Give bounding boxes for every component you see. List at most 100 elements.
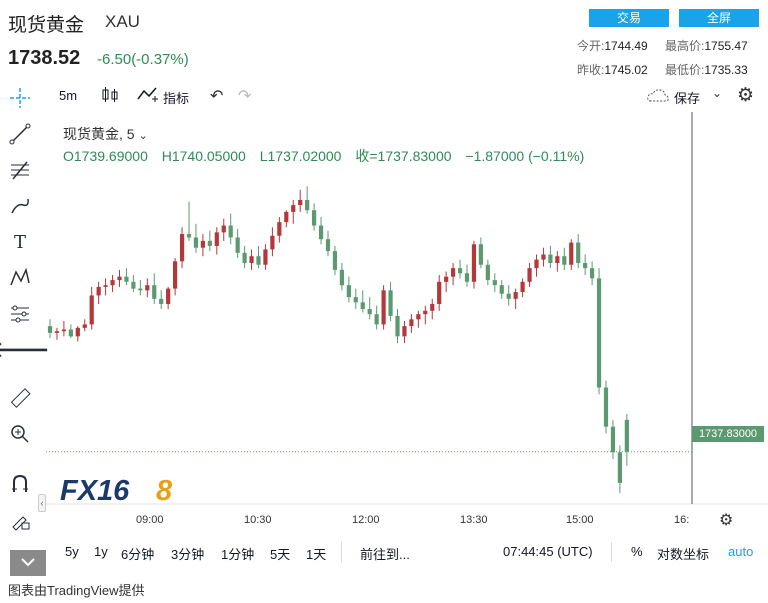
candle-body	[513, 292, 518, 299]
trade-button[interactable]: 交易	[589, 9, 669, 27]
svg-text:FX16: FX16	[60, 475, 130, 507]
instrument-title: 现货黄金	[8, 15, 85, 36]
candle-body	[152, 285, 157, 299]
projection-icon[interactable]	[6, 300, 34, 328]
candle-body	[548, 254, 553, 264]
candle-body	[520, 281, 525, 293]
brush-icon[interactable]	[6, 192, 34, 220]
candle-body	[305, 199, 310, 211]
range-5y[interactable]: 5y	[65, 544, 79, 559]
candle-body	[124, 276, 129, 282]
toolbar-hide-handle[interactable]: ‹	[38, 494, 46, 512]
candle-body	[423, 310, 428, 315]
log-scale-toggle[interactable]: 对数坐标	[657, 544, 709, 563]
candle-body	[214, 232, 219, 246]
range-1y[interactable]: 1y	[94, 544, 108, 559]
candle-body	[193, 237, 199, 248]
legend-low: L1737.02000	[259, 148, 342, 164]
svg-text:8: 8	[156, 475, 173, 507]
candle-body	[617, 452, 622, 483]
stat-open: 今开:1744.49	[577, 39, 648, 53]
candle-body	[527, 268, 532, 282]
candle-body	[82, 324, 87, 328]
candle-body	[298, 199, 303, 206]
candle-style-icon[interactable]	[100, 85, 120, 105]
undo-icon[interactable]: ↶	[210, 86, 223, 106]
candle-body	[444, 276, 449, 282]
zoom-in-icon[interactable]	[6, 420, 34, 448]
range-5d[interactable]: 5天	[270, 544, 290, 563]
lock-drawing-icon[interactable]	[6, 506, 34, 534]
candle-body	[499, 285, 504, 294]
candle-body	[360, 302, 365, 310]
candle-body	[207, 240, 212, 246]
legend-close: 收=1737.83000	[355, 148, 452, 164]
candle-body	[284, 211, 289, 223]
gear-icon[interactable]: ⚙	[737, 84, 754, 107]
candle-body	[381, 290, 386, 325]
stat-low: 最低价:1735.33	[665, 63, 748, 77]
chevron-down-icon[interactable]: ⌄	[712, 86, 722, 100]
divider	[611, 542, 612, 562]
ruler-icon[interactable]	[6, 384, 34, 412]
x-tick-label: 09:00	[136, 514, 164, 526]
candle-body	[166, 288, 171, 304]
candle-body	[603, 387, 609, 427]
cloud-icon	[646, 86, 670, 104]
last-price: 1738.52	[8, 47, 81, 69]
legend-high: H1740.05000	[161, 148, 246, 164]
range-1d[interactable]: 1天	[306, 544, 326, 563]
candle-body	[291, 205, 296, 212]
save-button[interactable]: 保存	[674, 88, 700, 107]
candle-body	[277, 222, 282, 236]
last-price-tag: 1737.83000	[692, 426, 764, 442]
candle-body	[576, 242, 581, 264]
fullscreen-button[interactable]: 全屏	[679, 9, 759, 27]
trend-line-icon[interactable]	[6, 120, 34, 148]
candle-body	[562, 256, 567, 265]
candle-body	[228, 225, 233, 238]
candle-body	[596, 278, 602, 388]
candle-body	[186, 234, 192, 238]
legend-name: 现货黄金, 5	[63, 126, 135, 142]
candle-body	[75, 327, 80, 337]
stat-high: 最高价:1755.47	[665, 39, 748, 53]
x-tick-label: 12:00	[352, 514, 380, 526]
fib-icon[interactable]	[6, 156, 34, 184]
candle-body	[110, 280, 115, 286]
candle-body	[173, 261, 178, 289]
x-tick-label: 15:00	[566, 514, 594, 526]
candle-body	[235, 237, 240, 253]
watermark-logo: FX16 8	[56, 468, 191, 513]
text-tool-icon[interactable]: T	[6, 228, 34, 256]
back-arrow-icon[interactable]: 🡐	[0, 336, 50, 364]
goto-date-button[interactable]: 前往到...	[360, 544, 410, 563]
legend-chevron-icon[interactable]: ⌄	[138, 130, 147, 142]
range-3min[interactable]: 3分钟	[171, 544, 204, 563]
percent-toggle[interactable]: %	[631, 544, 643, 559]
crosshair-icon[interactable]	[8, 86, 32, 110]
interval-button[interactable]: 5m	[59, 88, 77, 103]
magnet-icon[interactable]	[6, 470, 34, 498]
candle-body	[492, 280, 497, 286]
x-tick-label: 16:	[674, 514, 690, 526]
range-1min[interactable]: 1分钟	[221, 544, 254, 563]
candle-body	[47, 326, 53, 333]
toolbar-collapse-button[interactable]	[10, 550, 46, 576]
indicators-icon[interactable]	[137, 85, 159, 105]
indicators-button[interactable]: 指标	[163, 88, 189, 107]
legend-open: O1739.69000	[63, 148, 148, 164]
redo-icon[interactable]: ↷	[238, 86, 251, 106]
candle-body	[179, 234, 185, 262]
stat-prev-close: 昨收:1745.02	[577, 63, 648, 77]
auto-scale-toggle[interactable]: auto	[728, 544, 753, 559]
candle-body	[145, 285, 150, 291]
candle-body	[451, 268, 456, 277]
axis-settings-gear-icon[interactable]: ⚙	[719, 510, 733, 530]
clock-readout[interactable]: 07:44:45 (UTC)	[503, 544, 593, 559]
candle-body	[610, 426, 616, 453]
candle-body	[200, 240, 205, 248]
pattern-icon[interactable]	[6, 264, 34, 292]
range-6min[interactable]: 6分钟	[121, 544, 154, 563]
candle-body	[353, 297, 358, 303]
